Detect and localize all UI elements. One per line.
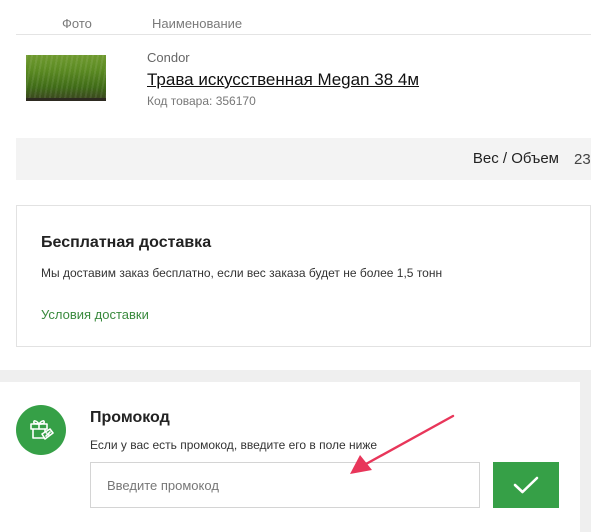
product-brand: Condor — [147, 50, 190, 65]
product-name-link[interactable]: Трава искусственная Megan 38 4м — [147, 70, 419, 90]
check-icon — [513, 476, 539, 494]
header-divider — [16, 34, 591, 35]
promo-panel — [0, 382, 580, 532]
delivery-title: Бесплатная доставка — [41, 234, 212, 251]
gift-percent-icon — [16, 405, 66, 455]
free-delivery-box: Бесплатная доставка Мы доставим заказ бе… — [16, 205, 591, 347]
product-code: Код товара: 356170 — [147, 94, 256, 108]
delivery-terms-link[interactable]: Условия доставки — [41, 307, 149, 322]
column-header-name: Наименование — [152, 16, 243, 31]
weight-volume-value: 23 — [574, 151, 591, 168]
apply-promo-button[interactable] — [493, 462, 559, 508]
delivery-description: Мы доставим заказ бесплатно, если вес за… — [41, 266, 443, 280]
column-header-photo: Фото — [62, 16, 92, 31]
promo-description: Если у вас есть промокод, введите его в … — [90, 438, 378, 452]
promo-title: Промокод — [90, 409, 170, 426]
product-thumbnail[interactable] — [26, 55, 106, 101]
weight-volume-label: Вес / Объем — [472, 150, 559, 167]
weight-summary-bar: Вес / Объем 23 — [16, 138, 591, 180]
promo-code-input[interactable] — [90, 462, 480, 508]
